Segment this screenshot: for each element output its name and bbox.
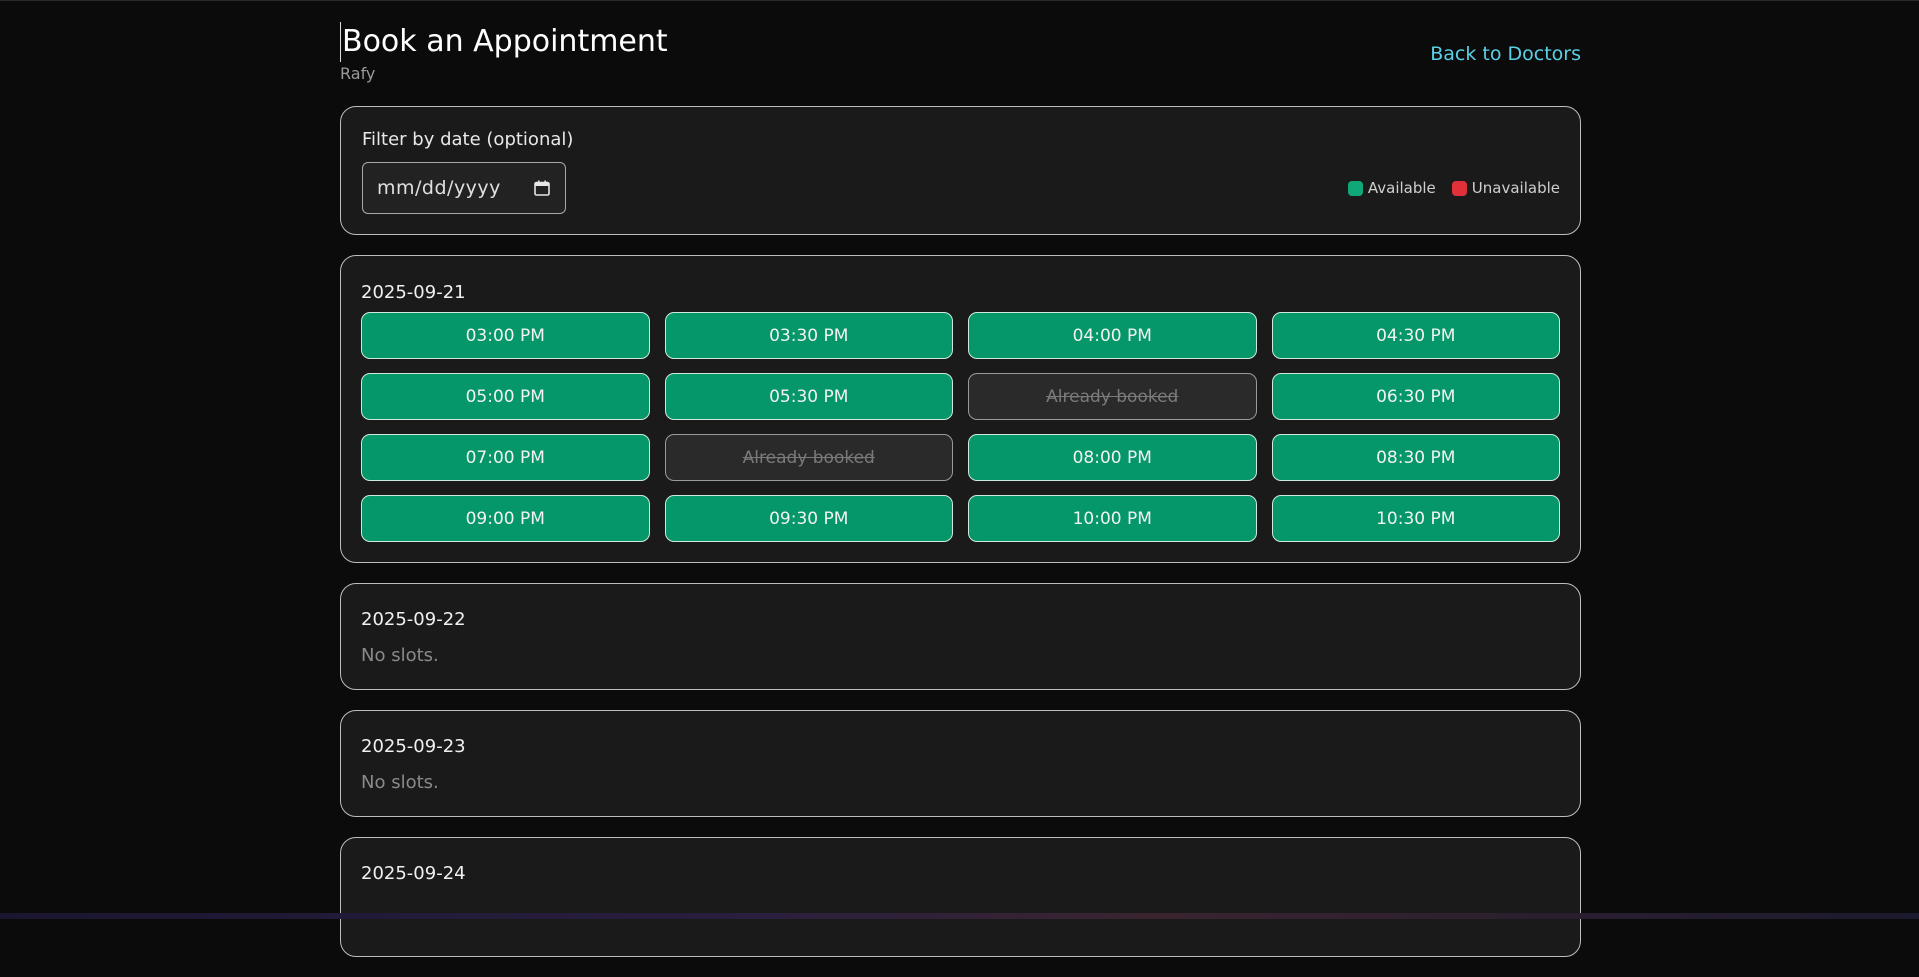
day-date: 2025-09-23 (361, 736, 1560, 758)
time-slot-button[interactable]: 05:30 PM (665, 373, 954, 420)
time-slot-button[interactable]: 10:00 PM (968, 495, 1257, 542)
time-slot-button[interactable]: 06:30 PM (1272, 373, 1561, 420)
day-card: 2025-09-22 No slots. (340, 583, 1581, 690)
legend-unavailable: Unavailable (1452, 179, 1560, 197)
availability-legend: Available Unavailable (1348, 179, 1560, 197)
day-card: 2025-09-24 (340, 837, 1581, 957)
back-to-doctors-link[interactable]: Back to Doctors (1430, 43, 1581, 65)
no-slots-text: No slots. (361, 645, 1560, 666)
time-slot-button[interactable]: 10:30 PM (1272, 495, 1561, 542)
date-placeholder: mm/dd/yyyy (377, 177, 533, 199)
time-slot-button[interactable]: 08:30 PM (1272, 434, 1561, 481)
time-slot-button[interactable]: 03:00 PM (361, 312, 650, 359)
day-date: 2025-09-24 (361, 863, 1560, 885)
no-slots-text: No slots. (361, 772, 1560, 793)
page-header: Book an Appointment Rafy Back to Doctors (340, 0, 1581, 106)
day-date: 2025-09-22 (361, 609, 1560, 631)
page-title: Book an Appointment (340, 22, 668, 62)
time-slot-button[interactable]: 08:00 PM (968, 434, 1257, 481)
legend-available-label: Available (1368, 179, 1436, 197)
legend-available: Available (1348, 179, 1436, 197)
page-container: Book an Appointment Rafy Back to Doctors… (340, 0, 1581, 977)
available-swatch (1348, 181, 1363, 196)
booked-slot: Already booked (968, 373, 1257, 420)
date-filter-input[interactable]: mm/dd/yyyy (362, 162, 566, 214)
time-slot-button[interactable]: 04:00 PM (968, 312, 1257, 359)
time-slot-button[interactable]: 05:00 PM (361, 373, 650, 420)
time-slot-button[interactable]: 03:30 PM (665, 312, 954, 359)
day-date: 2025-09-21 (361, 282, 1560, 304)
time-slot-button[interactable]: 09:00 PM (361, 495, 650, 542)
time-slot-button[interactable]: 07:00 PM (361, 434, 650, 481)
calendar-icon[interactable] (533, 179, 551, 197)
day-card: 2025-09-21 03:00 PM 03:30 PM 04:00 PM 04… (340, 255, 1581, 563)
doctor-name: Rafy (340, 64, 375, 83)
legend-unavailable-label: Unavailable (1472, 179, 1560, 197)
slot-grid: 03:00 PM 03:30 PM 04:00 PM 04:30 PM 05:0… (361, 312, 1560, 542)
bottom-strip (0, 913, 1919, 919)
booked-slot: Already booked (665, 434, 954, 481)
time-slot-button[interactable]: 04:30 PM (1272, 312, 1561, 359)
filter-label: Filter by date (optional) (362, 129, 573, 150)
day-card: 2025-09-23 No slots. (340, 710, 1581, 817)
unavailable-swatch (1452, 181, 1467, 196)
filter-card: Filter by date (optional) mm/dd/yyyy Ava… (340, 106, 1581, 235)
time-slot-button[interactable]: 09:30 PM (665, 495, 954, 542)
